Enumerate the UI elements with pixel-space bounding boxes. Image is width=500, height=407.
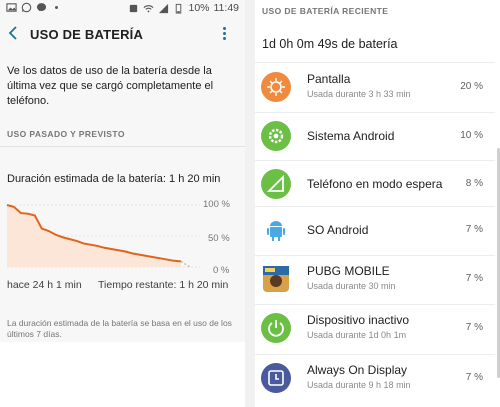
- app-name: Always On Display: [307, 363, 408, 377]
- y-tick-100: 100 %: [203, 199, 230, 210]
- total-battery-time: 1d 0h 0m 49s de batería: [262, 37, 398, 51]
- app-name: Sistema Android: [307, 129, 395, 143]
- whatsapp-icon: [21, 2, 32, 13]
- signal-icon: [261, 169, 291, 199]
- app-usage-row[interactable]: SO Android 7 %: [255, 206, 495, 256]
- battery-usage-panel: 10% 11:49 USO DE BATERÍA Ve los datos de…: [0, 0, 245, 407]
- app-usage-duration: Usada durante 1d 0h 1m: [307, 330, 407, 340]
- pubg-icon: [261, 264, 291, 294]
- app-name: PUBG MOBILE: [307, 264, 390, 278]
- gallery-icon: [6, 3, 17, 12]
- app-name: Teléfono en modo espera: [307, 177, 443, 191]
- app-usage-percent: 7 %: [465, 224, 483, 235]
- app-usage-duration: Usada durante 30 min: [307, 281, 396, 291]
- section-divider: [0, 146, 245, 147]
- notification-icons: [6, 2, 62, 13]
- android-icon: [261, 215, 291, 245]
- page-title: USO DE BATERÍA: [30, 27, 144, 42]
- status-bar: 10% 11:49: [0, 0, 245, 18]
- y-tick-50: 50 %: [208, 233, 230, 244]
- app-usage-duration: Usada durante 9 h 18 min: [307, 380, 411, 390]
- power-icon: [261, 313, 291, 343]
- chart-end-label: Tiempo restante: 1 h 20 min: [98, 279, 229, 291]
- app-usage-percent: 7 %: [465, 372, 483, 383]
- intro-text: Ve los datos de uso de la batería desde …: [7, 65, 214, 107]
- clock-icon: [261, 363, 291, 393]
- brightness-icon: [261, 72, 291, 102]
- app-name: Dispositivo inactivo: [307, 313, 410, 327]
- more-options-icon[interactable]: [221, 26, 227, 42]
- recent-usage-panel: USO DE BATERÍA RECIENTE 1d 0h 0m 49s de …: [255, 0, 500, 407]
- app-usage-row[interactable]: Dispositivo inactivo Usada durante 1d 0h …: [255, 304, 495, 354]
- gear-icon: [261, 121, 291, 151]
- recent-usage-label: USO DE BATERÍA RECIENTE: [262, 6, 389, 16]
- app-usage-row[interactable]: Pantalla Usada durante 3 h 33 min 20 %: [255, 63, 495, 113]
- app-usage-percent: 10 %: [460, 130, 483, 141]
- system-indicators: 10% 11:49: [128, 2, 239, 14]
- bottom-area: [0, 342, 245, 407]
- app-usage-percent: 8 %: [465, 178, 483, 189]
- estimated-duration: Duración estimada de la batería: 1 h 20 …: [7, 173, 221, 185]
- app-name: SO Android: [307, 223, 369, 237]
- clock: 11:49: [213, 2, 240, 14]
- back-arrow-icon[interactable]: [6, 24, 20, 42]
- signal-strength-icon: [159, 3, 169, 13]
- app-usage-row[interactable]: Sistema Android 10 %: [255, 112, 495, 162]
- battery-status-icon: [176, 3, 182, 14]
- projection-line: [180, 260, 191, 268]
- messenger-icon: [36, 3, 47, 12]
- estimate-note: La duración estimada de la batería se ba…: [7, 318, 232, 339]
- app-usage-row[interactable]: Teléfono en modo espera 8 %: [255, 160, 495, 210]
- chart-start-label: hace 24 h 1 min: [7, 279, 82, 291]
- y-tick-0: 0 %: [213, 265, 230, 276]
- section-label: USO PASADO Y PREVISTO: [7, 129, 125, 139]
- app-usage-percent: 20 %: [460, 81, 483, 92]
- battery-percent: 10%: [188, 2, 210, 14]
- app-bar: USO DE BATERÍA: [0, 20, 245, 50]
- app-usage-percent: 7 %: [465, 322, 483, 333]
- wifi-icon: [144, 4, 154, 12]
- app-usage-row[interactable]: PUBG MOBILE Usada durante 30 min 7 %: [255, 255, 495, 305]
- app-usage-row[interactable]: Always On Display Usada durante 9 h 18 mi…: [255, 354, 495, 404]
- alarm-icon: [130, 4, 138, 12]
- app-name: Pantalla: [307, 72, 351, 86]
- app-usage-duration: Usada durante 3 h 33 min: [307, 89, 411, 99]
- more-notifications-icon: [55, 6, 58, 9]
- app-usage-percent: 7 %: [465, 273, 483, 284]
